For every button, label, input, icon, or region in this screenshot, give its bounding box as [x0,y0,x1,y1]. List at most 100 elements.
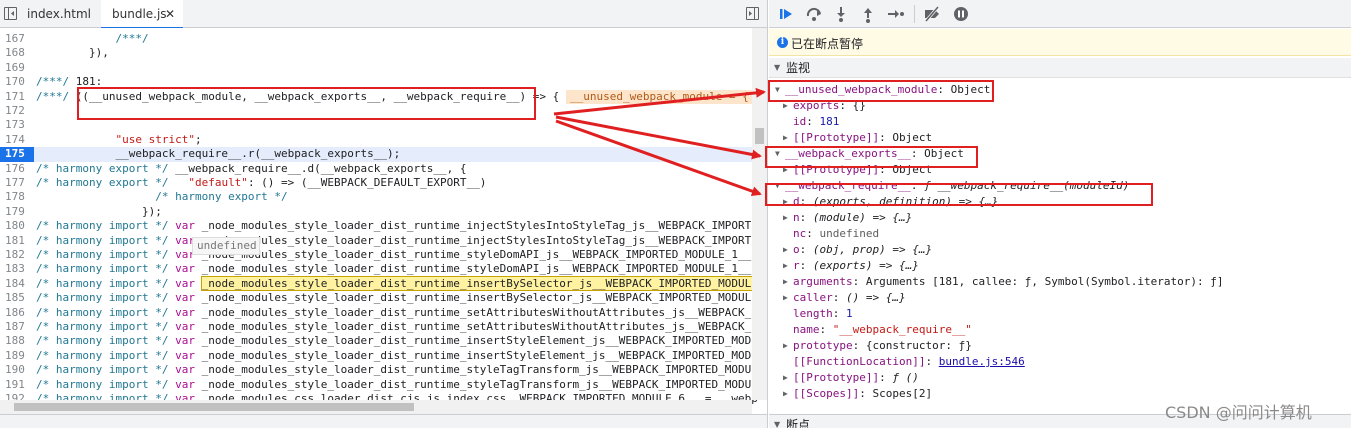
line-number[interactable]: 172 [0,104,28,118]
resume-icon[interactable] [777,4,797,24]
line-number[interactable]: 190 [0,363,28,377]
collapsed-triangle-icon[interactable]: ▶ [783,274,788,290]
editor-tab-bar: index.html bundle.js ✕ [0,0,767,29]
code-line[interactable]: 190 /* harmony import */ var _node_module… [0,363,765,377]
property-name: [[Prototype]] [793,371,880,384]
collapsed-triangle-icon[interactable]: ▶ [783,370,788,386]
code-line[interactable]: 187 /* harmony import */ var _node_module… [0,320,758,334]
pause-on-exceptions-icon[interactable] [951,4,971,24]
code-text: /* harmony import */ var _node_modules_s… [36,320,758,333]
separator: : [832,291,846,304]
watch-property[interactable]: ▶ n: (module) => {…} [769,210,1351,226]
code-line[interactable]: 176 /* harmony export */ __webpack_requir… [0,162,752,176]
code-line[interactable]: 182 /* harmony import */ var _node_module… [0,248,752,262]
code-line[interactable]: 181 /* harmony import */ var _node_module… [0,234,765,248]
line-number[interactable]: 184 [0,277,28,291]
code-line[interactable]: 186 /* harmony import */ var _node_module… [0,306,758,320]
code-text: __webpack_require__.r(__webpack_exports_… [36,147,401,161]
line-number[interactable]: 181 [0,234,28,248]
line-number[interactable]: 171 [0,90,28,104]
property-value: (obj, prop) => {…} [812,243,933,256]
code-line[interactable]: 191 /* harmony import */ var _node_module… [0,378,765,392]
scrollbar-thumb[interactable] [14,403,414,411]
collapsed-triangle-icon[interactable]: ▶ [783,258,788,274]
watch-property[interactable]: ▶ [[Prototype]]: Object [769,130,1351,146]
code-line[interactable]: 177 /* harmony export */ "default": () =>… [0,176,752,190]
toggle-navigator-icon[interactable] [4,7,17,20]
horizontal-scrollbar[interactable] [0,400,752,414]
line-number[interactable]: 187 [0,320,28,334]
code-line[interactable]: 169 [0,61,752,75]
collapsed-triangle-icon[interactable]: ▶ [783,290,788,306]
code-line[interactable]: 179 }); [0,205,752,219]
line-number[interactable]: 183 [0,262,28,276]
step-over-icon[interactable] [804,4,824,24]
line-number[interactable]: 175 [0,147,34,162]
line-number[interactable]: 182 [0,248,28,262]
code-line[interactable]: 178 /* harmony export */ [0,190,752,204]
scrollbar-thumb[interactable] [755,128,764,144]
code-line[interactable]: 185 /* harmony import */ var _node_module… [0,291,758,305]
property-name: prototype [793,339,853,352]
code-line[interactable]: 173 [0,118,752,132]
step-icon[interactable] [885,4,905,24]
separator: : [852,275,866,288]
code-line[interactable]: 189 /* harmony import */ var _node_module… [0,349,758,363]
code-line[interactable]: 183 /* harmony import */ var _node_module… [0,262,752,276]
watch-property[interactable]: ▶ arguments: Arguments [181, callee: ƒ, S… [769,274,1351,290]
line-number[interactable]: 174 [0,133,28,147]
deactivate-breakpoints-icon[interactable] [922,4,942,24]
code-line[interactable]: 175 __webpack_require__.r(__webpack_expo… [0,147,752,162]
line-number[interactable]: 167 [0,32,28,46]
line-number[interactable]: 177 [0,176,28,190]
function-location-link[interactable]: bundle.js:546 [939,355,1025,368]
code-text: /* harmony export */ [155,190,288,204]
collapsed-triangle-icon[interactable]: ▶ [783,242,788,258]
collapsed-triangle-icon[interactable]: ▶ [783,210,788,226]
line-number[interactable]: 180 [0,219,28,233]
watch-property[interactable]: ▶ r: (exports) => {…} [769,258,1351,274]
line-number[interactable]: 170 [0,75,28,89]
line-number[interactable]: 189 [0,349,28,363]
close-tab-icon[interactable]: ✕ [165,0,175,28]
line-number[interactable]: 173 [0,118,28,132]
collapsed-triangle-icon[interactable]: ▶ [783,130,788,146]
watch-property[interactable]: nc: undefined [769,226,1351,242]
line-number[interactable]: 188 [0,334,28,348]
vertical-scrollbar[interactable] [752,28,767,400]
watch-property[interactable]: ▶ caller: () => {…} [769,290,1351,306]
line-number[interactable]: 185 [0,291,28,305]
step-into-icon[interactable] [831,4,851,24]
code-line[interactable]: 188 /* harmony import */ var _node_module… [0,334,758,348]
line-number[interactable]: 168 [0,46,28,60]
watch-property[interactable]: [[FunctionLocation]]: bundle.js:546 [769,354,1351,370]
collapsed-triangle-icon[interactable]: ▶ [783,386,788,402]
line-number[interactable]: 178 [0,190,28,204]
watch-property[interactable]: ▶ prototype: {constructor: ƒ} [769,338,1351,354]
watch-property[interactable]: name: "__webpack_require__" [769,322,1351,338]
watch-property[interactable]: id: 181 [769,114,1351,130]
code-line[interactable]: 167 /***/ [0,32,752,46]
code-line[interactable]: 174 "use strict"; [0,133,752,147]
watch-property[interactable]: ▶ [[Prototype]]: ƒ () [769,370,1351,386]
code-line[interactable]: 184 /* harmony import */ var _node_module… [0,275,759,291]
watch-property[interactable]: ▶ o: (obj, prop) => {…} [769,242,1351,258]
line-number[interactable]: 169 [0,61,28,75]
watch-property[interactable]: length: 1 [769,306,1351,322]
watch-section-header[interactable]: ▼ 监视 [769,58,1351,78]
property-name: length [793,307,833,320]
code-line[interactable]: 180 /* harmony import */ var _node_module… [0,219,765,233]
property-name: arguments [793,275,853,288]
code-area[interactable]: 167 /***/168 }), 169 170/***/ 181: 171/***/… [0,28,765,405]
tab-index-html[interactable]: index.html [27,0,91,28]
code-text: /* harmony import */ var _node_modules_s… [36,363,765,377]
line-number[interactable]: 186 [0,306,28,320]
collapsed-triangle-icon[interactable]: ▶ [783,338,788,354]
toggle-debugger-icon[interactable] [746,7,759,20]
line-number[interactable]: 191 [0,378,28,392]
tab-bundle-js[interactable]: bundle.js ✕ [101,0,183,29]
line-number[interactable]: 179 [0,205,28,219]
code-line[interactable]: 168 }), [0,46,752,60]
line-number[interactable]: 176 [0,162,28,176]
step-out-icon[interactable] [858,4,878,24]
